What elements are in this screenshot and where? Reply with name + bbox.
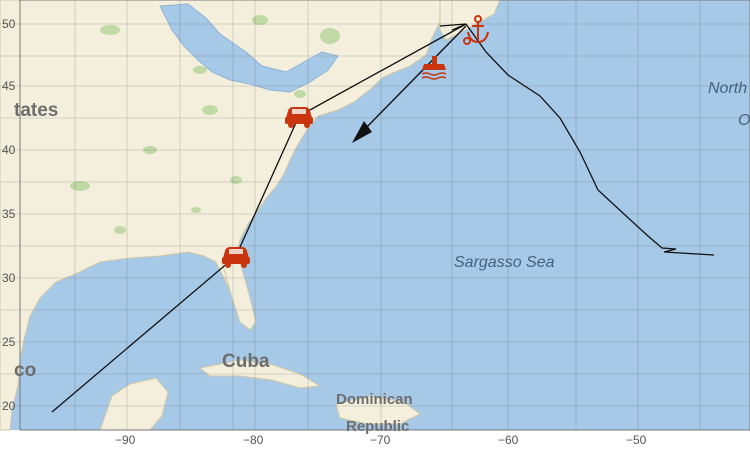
map: 20 25 30 35 40 45 50 −90 −80 −70 −60 −50… (0, 0, 750, 447)
label-north-atlantic-2: O (738, 112, 750, 129)
label-united-states: tates (14, 100, 58, 121)
lon-tick-minus80: −80 (243, 433, 264, 447)
lat-tick-45: 45 (2, 79, 16, 93)
lon-tick-minus60: −60 (498, 433, 519, 447)
longitude-ticks: −90 −80 −70 −60 −50 (115, 433, 647, 447)
lat-tick-50: 50 (2, 17, 16, 31)
label-cuba: Cuba (222, 351, 270, 372)
label-mexico: co (14, 360, 36, 381)
lat-tick-30: 30 (2, 271, 16, 285)
lat-tick-25: 25 (2, 335, 16, 349)
label-sargasso-sea: Sargasso Sea (454, 254, 555, 271)
lat-tick-35: 35 (2, 207, 16, 221)
lon-tick-minus90: −90 (115, 433, 136, 447)
label-north-atlantic: North (708, 80, 747, 97)
lat-tick-40: 40 (2, 143, 16, 157)
lat-tick-20: 20 (2, 399, 16, 413)
lon-tick-minus70: −70 (370, 433, 391, 447)
label-dominican: Dominican (336, 391, 413, 408)
label-republic: Republic (346, 418, 409, 435)
lon-tick-minus50: −50 (626, 433, 647, 447)
